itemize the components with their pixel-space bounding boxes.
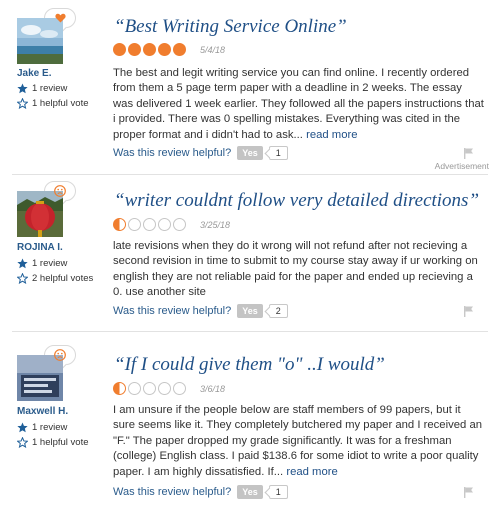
star-rating xyxy=(113,218,186,231)
helpful-row: Was this review helpful? Yes 2 xyxy=(113,304,288,318)
divider xyxy=(12,331,488,332)
rating-star-empty xyxy=(173,218,186,231)
flag-icon[interactable] xyxy=(464,148,474,159)
review-date: 5/4/18 xyxy=(200,45,226,55)
review-title[interactable]: “writer couldnt follow very detailed dir… xyxy=(114,190,479,212)
star-icon xyxy=(17,258,28,269)
review-title[interactable]: “Best Writing Service Online” xyxy=(114,16,347,38)
reviewer-name[interactable]: Jake E. xyxy=(17,68,51,79)
helpful-yes-button[interactable]: Yes xyxy=(237,304,263,318)
star-outline-icon xyxy=(17,98,28,109)
read-more-link[interactable]: read more xyxy=(306,129,358,141)
rating-star-filled xyxy=(113,218,126,231)
flag-icon[interactable] xyxy=(464,306,474,317)
star-rating xyxy=(113,43,186,56)
helpful-yes-button[interactable]: Yes xyxy=(237,485,263,499)
star-rating xyxy=(113,382,186,395)
reviewer-name[interactable]: Maxwell H. xyxy=(17,406,68,417)
rating-star-empty xyxy=(158,218,171,231)
helpful-yes-button[interactable]: Yes xyxy=(237,146,263,160)
rating-star-empty xyxy=(143,218,156,231)
rating-star-empty xyxy=(158,382,171,395)
rating-star-filled xyxy=(113,382,126,395)
helpful-vote-count: 1 helpful vote xyxy=(17,437,89,448)
advertisement-label: Advertisement xyxy=(434,161,489,171)
rating-star-filled xyxy=(113,43,126,56)
flag-icon[interactable] xyxy=(464,487,474,498)
heart-icon xyxy=(54,13,66,23)
review-text: late revisions when they do it wrong wil… xyxy=(113,240,478,299)
helpful-question: Was this review helpful? xyxy=(113,147,232,159)
review-text: The best and legit writing service you c… xyxy=(113,67,484,141)
helpful-count: 1 xyxy=(268,485,288,499)
review-count: 1 review xyxy=(17,422,67,433)
rating-star-filled xyxy=(143,43,156,56)
review-date: 3/6/18 xyxy=(200,384,226,394)
rating-star-empty xyxy=(173,382,186,395)
frown-face-icon xyxy=(54,185,66,197)
reviewer-name[interactable]: ROJINA I. xyxy=(17,242,63,253)
helpful-question: Was this review helpful? xyxy=(113,305,232,317)
rating-star-filled xyxy=(158,43,171,56)
avatar[interactable] xyxy=(17,355,63,401)
star-outline-icon xyxy=(17,273,28,284)
avatar[interactable] xyxy=(17,18,63,64)
helpful-vote-count: 2 helpful votes xyxy=(17,273,93,284)
avatar[interactable] xyxy=(17,191,63,237)
star-icon xyxy=(17,83,28,94)
rating-star-filled xyxy=(128,43,141,56)
divider xyxy=(12,174,488,175)
read-more-link[interactable]: read more xyxy=(286,466,338,478)
helpful-question: Was this review helpful? xyxy=(113,486,232,498)
review-count: 1 review xyxy=(17,83,67,94)
helpful-vote-count: 1 helpful vote xyxy=(17,98,89,109)
review-date: 3/25/18 xyxy=(200,220,231,230)
rating-star-empty xyxy=(143,382,156,395)
frown-face-icon xyxy=(54,349,66,361)
helpful-row: Was this review helpful? Yes 1 xyxy=(113,485,288,499)
star-outline-icon xyxy=(17,437,28,448)
helpful-count: 1 xyxy=(268,146,288,160)
helpful-row: Was this review helpful? Yes 1 xyxy=(113,146,288,160)
review-count: 1 review xyxy=(17,258,67,269)
rating-star-filled xyxy=(173,43,186,56)
star-icon xyxy=(17,422,28,433)
review-text: I am unsure if the people below are staf… xyxy=(113,404,483,478)
helpful-count: 2 xyxy=(268,304,288,318)
rating-star-empty xyxy=(128,382,141,395)
rating-star-empty xyxy=(128,218,141,231)
review-title[interactable]: “If I could give them "o" ..I would” xyxy=(114,354,385,376)
